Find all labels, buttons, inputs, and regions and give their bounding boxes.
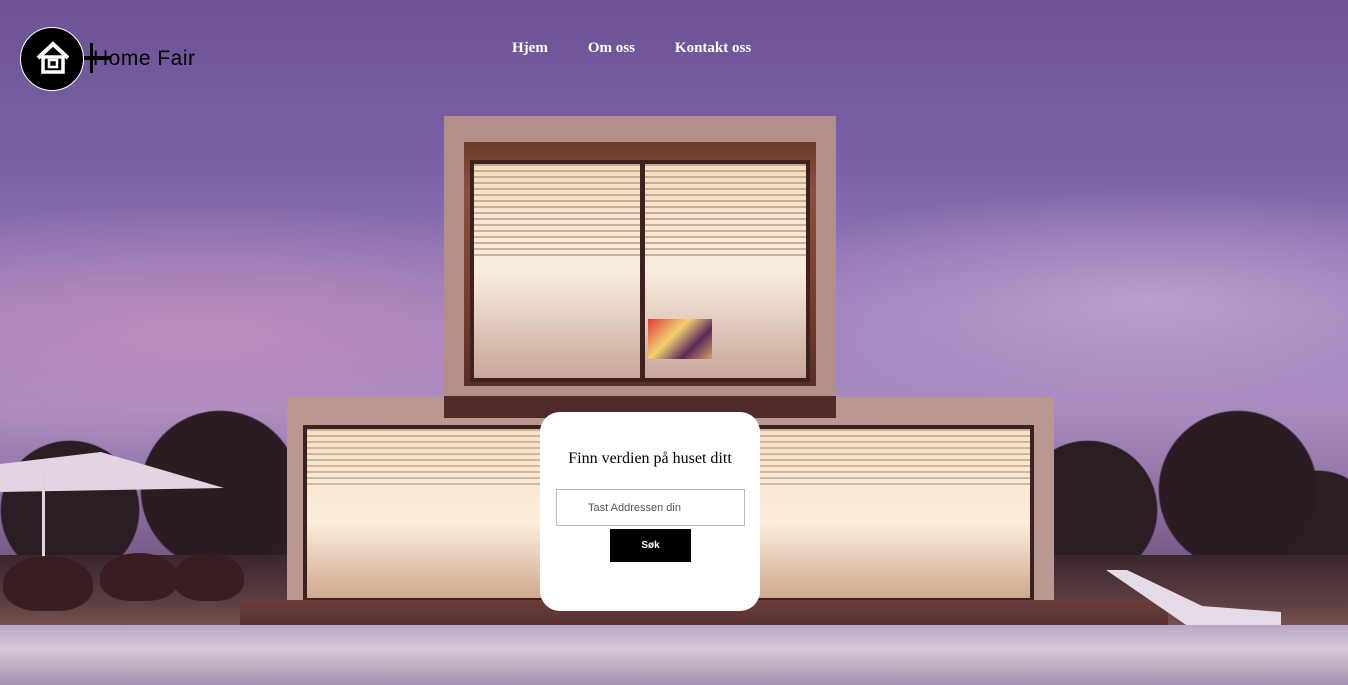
umbrella-pole (42, 470, 45, 565)
nav-link-home[interactable]: Hjem (512, 40, 548, 57)
lounge-chair (3, 556, 93, 611)
house-upper-floor (444, 116, 836, 418)
lounge-chair (174, 553, 244, 601)
logo-text: Home Fair (93, 47, 196, 70)
main-nav: Hjem Om oss Kontakt oss (512, 40, 751, 57)
nav-link-about[interactable]: Om oss (588, 40, 635, 57)
logo[interactable]: Home Fair (20, 27, 200, 91)
wall-painting (648, 319, 712, 359)
window-mullion (640, 160, 645, 382)
lounge-chair (100, 553, 178, 601)
search-card-title: Finn verdien på huset ditt (568, 450, 732, 467)
valuation-search-card: Finn verdien på huset ditt Søk (540, 412, 760, 611)
bedroom-window (736, 425, 1034, 602)
logo-badge (20, 27, 84, 91)
address-search-input[interactable] (556, 489, 745, 526)
pool (0, 625, 1348, 685)
house-icon (36, 41, 70, 74)
site-header: Home Fair Hjem Om oss Kontakt oss (0, 0, 1348, 100)
search-button[interactable]: Søk (610, 529, 691, 562)
nav-link-contact[interactable]: Kontakt oss (675, 40, 751, 57)
living-room-window (303, 425, 561, 602)
